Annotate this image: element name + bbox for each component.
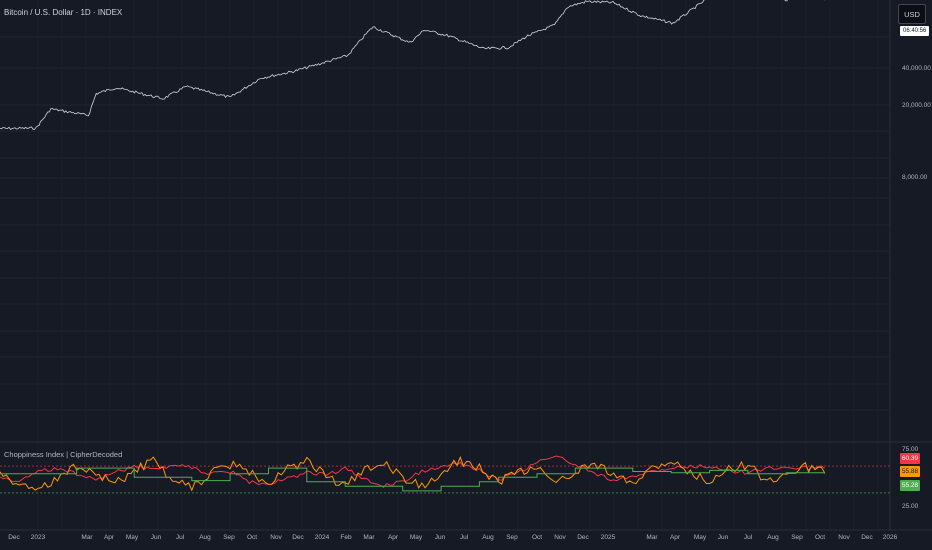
- time-label: Sep: [506, 534, 518, 541]
- time-label: Jun: [434, 534, 446, 541]
- price-label-8000: 8,000.00: [902, 174, 928, 181]
- bitcoin-price-series: [0, 0, 825, 130]
- indicator-scale-bottom: 25.00: [902, 503, 919, 510]
- chop-series-green: [0, 467, 826, 492]
- price-line: [0, 0, 825, 130]
- time-label: Dec: [8, 534, 20, 541]
- time-label: 2025: [600, 534, 616, 541]
- time-label: 2026: [882, 534, 898, 541]
- time-label: Aug: [199, 534, 211, 541]
- indicator-scale-top: 75.00: [902, 446, 919, 453]
- time-label: Aug: [767, 534, 779, 541]
- time-label: Aug: [482, 534, 494, 541]
- indicator-value-red: 60.39: [900, 453, 920, 464]
- time-label: Sep: [223, 534, 235, 541]
- price-label-20000: 20,000.00: [902, 102, 931, 109]
- time-label: Jul: [175, 534, 185, 541]
- time-label: May: [409, 534, 423, 541]
- chart-title[interactable]: Bitcoin / U.S. Dollar · 1D · INDEX: [4, 8, 122, 17]
- time-label: Oct: [531, 534, 543, 541]
- main-chart[interactable]: [0, 0, 932, 550]
- time-label: Sep: [791, 534, 803, 541]
- time-label: May: [125, 534, 139, 541]
- time-label: Mar: [363, 534, 375, 541]
- time-label: Mar: [81, 534, 93, 541]
- time-label: Jun: [150, 534, 162, 541]
- time-label: Nov: [270, 534, 282, 541]
- currency-button[interactable]: USD: [898, 4, 926, 24]
- time-label: Dec: [577, 534, 589, 541]
- indicator-title[interactable]: Choppiness Index | CipherDecoded: [4, 450, 122, 459]
- indicator-value-orange: 55.88: [900, 466, 920, 477]
- time-label: Apr: [103, 534, 115, 541]
- choppiness-lines: [0, 455, 826, 492]
- time-label: Mar: [646, 534, 658, 541]
- time-label: Feb: [340, 534, 352, 541]
- time-label: Oct: [814, 534, 826, 541]
- chop-series-orange: [0, 455, 826, 492]
- price-label-40000: 40,000.00: [902, 65, 931, 72]
- time-label: Nov: [554, 534, 566, 541]
- time-label: May: [693, 534, 707, 541]
- time-label: Apr: [669, 534, 681, 541]
- bar-countdown: 06:40:56: [900, 26, 930, 36]
- time-label: 2023: [30, 534, 46, 541]
- time-label: Nov: [838, 534, 850, 541]
- time-label: Oct: [246, 534, 258, 541]
- time-label: 2024: [314, 534, 330, 541]
- time-label: Dec: [861, 534, 873, 541]
- time-label: Apr: [387, 534, 399, 541]
- indicator-value-green: 55.28: [900, 480, 920, 491]
- chart-grid: [0, 0, 932, 531]
- time-label: Jul: [459, 534, 469, 541]
- time-label: Jun: [717, 534, 729, 541]
- time-label: Dec: [292, 534, 304, 541]
- time-label: Jul: [743, 534, 753, 541]
